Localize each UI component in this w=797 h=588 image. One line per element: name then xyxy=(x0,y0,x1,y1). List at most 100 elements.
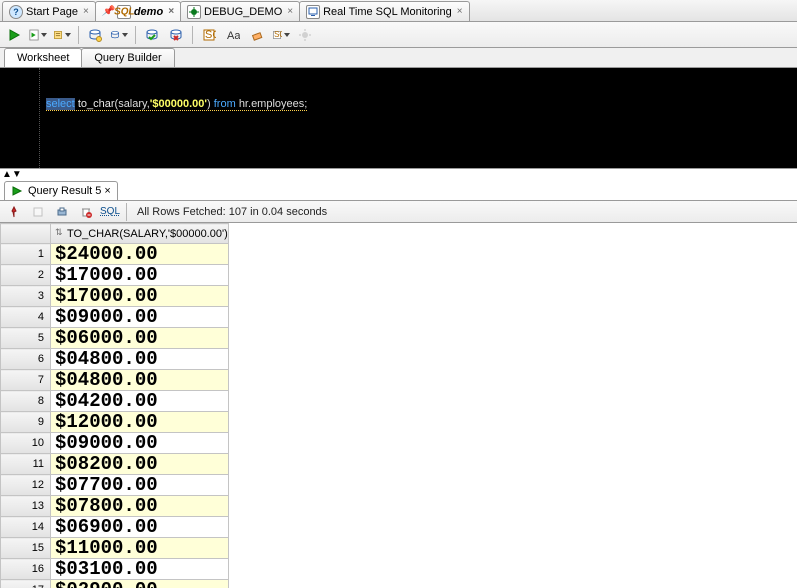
row-number[interactable]: 6 xyxy=(1,349,51,370)
result-tab-label: Query Result 5 xyxy=(28,185,101,197)
cell-value[interactable]: $08200.00 xyxy=(51,454,229,475)
cell-value[interactable]: $17000.00 xyxy=(51,286,229,307)
row-header-corner[interactable] xyxy=(1,224,51,244)
cell-value[interactable]: $11000.00 xyxy=(51,538,229,559)
tab-query-result[interactable]: Query Result 5 × xyxy=(4,181,118,200)
autotrace-button[interactable] xyxy=(85,25,105,45)
table-row[interactable]: 16 $03100.00 xyxy=(1,559,229,580)
pane-splitter[interactable]: ▲ ▼ xyxy=(0,169,797,181)
commit-button[interactable] xyxy=(142,25,162,45)
close-icon[interactable]: × xyxy=(168,6,174,17)
worksheet-toolbar: SQL Aa SQL xyxy=(0,22,797,48)
table-row[interactable]: 6 $04800.00 xyxy=(1,349,229,370)
table-row[interactable]: 10 $09000.00 xyxy=(1,433,229,454)
cell-value[interactable]: $04200.00 xyxy=(51,391,229,412)
close-icon[interactable]: × xyxy=(83,6,89,17)
close-icon[interactable]: × xyxy=(457,6,463,17)
run-script-button[interactable] xyxy=(28,25,48,45)
help-icon: ? xyxy=(9,5,23,19)
svg-text:SQL: SQL xyxy=(205,29,216,41)
tab-start-page[interactable]: ? Start Page × xyxy=(2,1,96,21)
cell-value[interactable]: $17000.00 xyxy=(51,265,229,286)
row-number[interactable]: 5 xyxy=(1,328,51,349)
explain-plan-button[interactable] xyxy=(52,25,72,45)
cell-value[interactable]: $12000.00 xyxy=(51,412,229,433)
settings-button[interactable] xyxy=(295,25,315,45)
cell-value[interactable]: $06000.00 xyxy=(51,328,229,349)
cell-value[interactable]: $09000.00 xyxy=(51,307,229,328)
editor-code[interactable]: select to_char(salary,'$00000.00') from … xyxy=(40,68,797,168)
table-row[interactable]: 3 $17000.00 xyxy=(1,286,229,307)
file-tabs: ? Start Page × 📌 SQL demo × DEBUG_DEMO ×… xyxy=(0,0,797,22)
cell-value[interactable]: $09000.00 xyxy=(51,433,229,454)
toolbar-separator xyxy=(78,26,79,44)
row-number[interactable]: 12 xyxy=(1,475,51,496)
cell-value[interactable]: $07800.00 xyxy=(51,496,229,517)
cell-value[interactable]: $03100.00 xyxy=(51,559,229,580)
row-number[interactable]: 3 xyxy=(1,286,51,307)
tab-label: DEBUG_DEMO xyxy=(204,6,282,18)
close-icon[interactable]: × xyxy=(287,6,293,17)
sql-text-link[interactable]: SQL xyxy=(100,206,120,217)
kw-from: from xyxy=(214,98,236,110)
to-upperlower-button[interactable]: Aa xyxy=(223,25,243,45)
row-number[interactable]: 9 xyxy=(1,412,51,433)
clear-button[interactable] xyxy=(247,25,267,45)
unshared-worksheet-button[interactable]: SQL xyxy=(199,25,219,45)
row-number[interactable]: 10 xyxy=(1,433,51,454)
table-row[interactable]: 11 $08200.00 xyxy=(1,454,229,475)
result-toolbar: SQL All Rows Fetched: 107 in 0.04 second… xyxy=(0,201,797,223)
row-number[interactable]: 4 xyxy=(1,307,51,328)
svg-text:SQL: SQL xyxy=(274,30,282,39)
row-number[interactable]: 14 xyxy=(1,517,51,538)
table-row[interactable]: 9 $12000.00 xyxy=(1,412,229,433)
row-number[interactable]: 11 xyxy=(1,454,51,475)
column-label: TO_CHAR(SALARY,'$00000.00') xyxy=(67,228,228,240)
table-row[interactable]: 14 $06900.00 xyxy=(1,517,229,538)
fetch-status: All Rows Fetched: 107 in 0.04 seconds xyxy=(137,206,327,218)
table-row[interactable]: 13 $07800.00 xyxy=(1,496,229,517)
row-number[interactable]: 2 xyxy=(1,265,51,286)
paren-close: ) xyxy=(207,98,211,110)
row-number[interactable]: 8 xyxy=(1,391,51,412)
row-number[interactable]: 7 xyxy=(1,370,51,391)
row-number[interactable]: 1 xyxy=(1,244,51,265)
subtab-worksheet[interactable]: Worksheet xyxy=(4,48,82,67)
refresh-button[interactable] xyxy=(28,202,48,222)
table-row[interactable]: 1 $24000.00 xyxy=(1,244,229,265)
run-statement-button[interactable] xyxy=(4,25,24,45)
cell-value[interactable]: $24000.00 xyxy=(51,244,229,265)
tab-debug-demo[interactable]: DEBUG_DEMO × xyxy=(180,1,300,21)
row-number[interactable]: 13 xyxy=(1,496,51,517)
cell-value[interactable]: $04800.00 xyxy=(51,370,229,391)
table-row[interactable]: 5 $06000.00 xyxy=(1,328,229,349)
table-row[interactable]: 2 $17000.00 xyxy=(1,265,229,286)
row-number[interactable]: 15 xyxy=(1,538,51,559)
bug-icon xyxy=(187,5,201,19)
cell-value[interactable]: $06900.00 xyxy=(51,517,229,538)
sql-editor[interactable]: select to_char(salary,'$00000.00') from … xyxy=(0,68,797,168)
tab-demo[interactable]: 📌 SQL demo × xyxy=(95,1,181,21)
delete-button[interactable] xyxy=(76,202,96,222)
table-row[interactable]: 12 $07700.00 xyxy=(1,475,229,496)
cell-value[interactable]: $04800.00 xyxy=(51,349,229,370)
table-row[interactable]: 4 $09000.00 xyxy=(1,307,229,328)
table: employees xyxy=(251,98,304,110)
pin-result-button[interactable] xyxy=(4,202,24,222)
result-grid[interactable]: ⇅ TO_CHAR(SALARY,'$00000.00') 1 $24000.0… xyxy=(0,223,229,588)
schema: hr xyxy=(239,98,248,110)
close-icon[interactable]: × xyxy=(104,185,110,197)
cell-value[interactable]: $07700.00 xyxy=(51,475,229,496)
row-number[interactable]: 16 xyxy=(1,559,51,580)
table-row[interactable]: 7 $04800.00 xyxy=(1,370,229,391)
table-row[interactable]: 8 $04200.00 xyxy=(1,391,229,412)
rollback-button[interactable] xyxy=(166,25,186,45)
subtab-querybuilder[interactable]: Query Builder xyxy=(81,48,174,67)
column-header[interactable]: ⇅ TO_CHAR(SALARY,'$00000.00') xyxy=(51,224,229,244)
sql-tuning-button[interactable] xyxy=(109,25,129,45)
tab-sql-monitoring[interactable]: Real Time SQL Monitoring × xyxy=(299,1,469,21)
table-row[interactable]: 15 $11000.00 xyxy=(1,538,229,559)
print-button[interactable] xyxy=(52,202,72,222)
format-string: '$00000.00' xyxy=(150,98,207,110)
sql-history-button[interactable]: SQL xyxy=(271,25,291,45)
